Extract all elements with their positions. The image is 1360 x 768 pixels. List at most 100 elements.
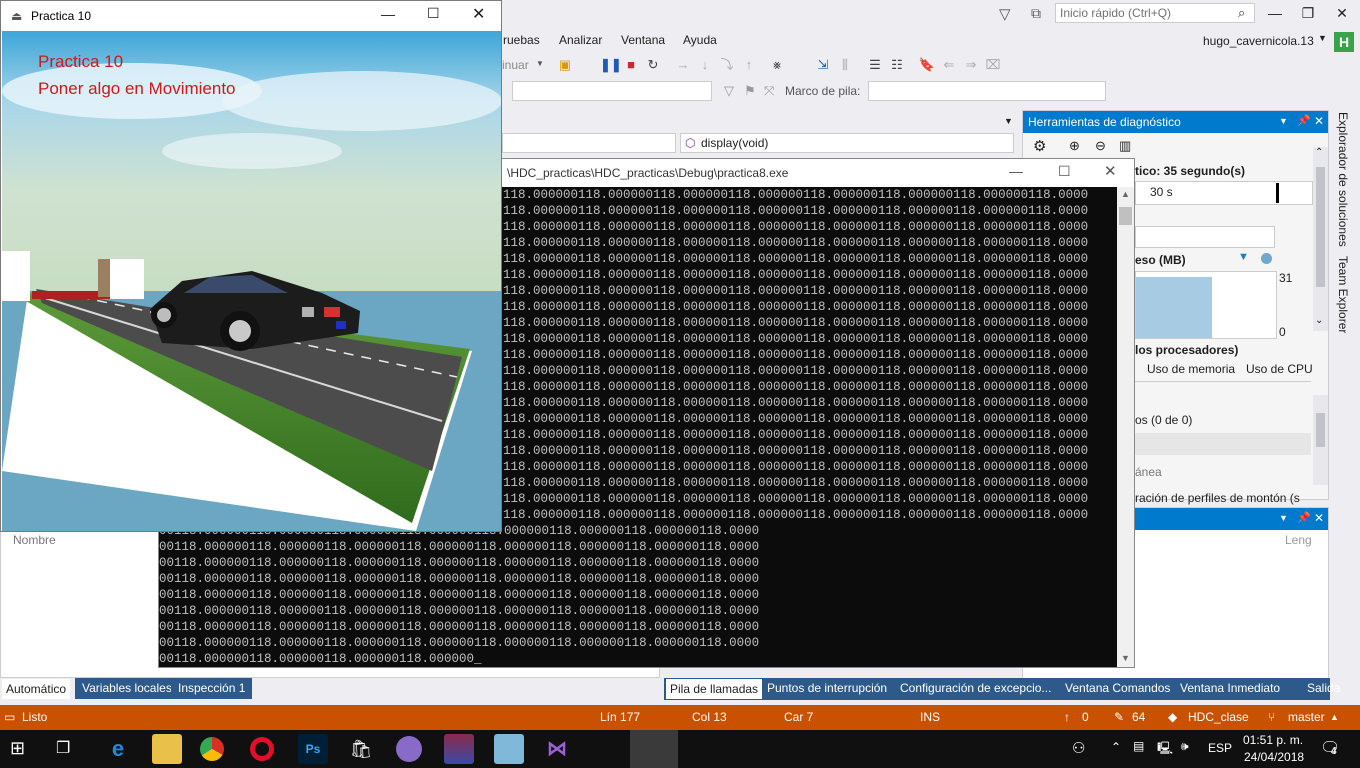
chevron-up-icon[interactable]: ▲ [1330, 712, 1339, 722]
user-avatar[interactable]: H [1334, 32, 1354, 52]
scope-selector[interactable] [502, 133, 676, 153]
tab-memory-usage[interactable]: Uso de memoria [1147, 362, 1235, 376]
vs-minimize-button[interactable]: — [1260, 0, 1290, 26]
pin-icon[interactable]: 📌 [1297, 511, 1311, 524]
flag-icon[interactable]: ⚑ [744, 83, 756, 99]
zoom-out-icon[interactable]: ⊖ [1095, 138, 1106, 154]
continue-button[interactable]: inuar [502, 58, 529, 72]
process-icon[interactable]: ▣ [556, 56, 574, 74]
stack-frame-selector[interactable] [868, 81, 1106, 101]
repo-icon[interactable]: ◆ [1168, 710, 1177, 724]
side-tab-solution-explorer[interactable]: Explorador de soluciones [1336, 112, 1350, 247]
windows-start-icon[interactable]: ⊞ [10, 738, 25, 759]
gl-window[interactable]: ⏏ Practica 10 — ☐ ✕ Practica 10 Poner al… [0, 0, 502, 532]
task-view-icon[interactable]: ❐ [56, 738, 70, 758]
tab-puntos-de-interrupcion[interactable]: Puntos de interrupción [760, 678, 894, 699]
tab-salida[interactable]: Salida [1300, 678, 1347, 699]
winrar-icon[interactable] [444, 734, 474, 764]
feedback-icon[interactable]: ⧉ [1031, 5, 1041, 22]
filter-icon[interactable]: ▽ [999, 5, 1011, 23]
opera-icon[interactable] [250, 737, 274, 761]
pin-icon[interactable]: 📌 [1297, 114, 1311, 127]
arrow-up-icon[interactable]: ↑ [1064, 710, 1070, 724]
gl-minimize-button[interactable]: — [381, 6, 395, 22]
diagnostics-scrollbar-top[interactable]: ⌃ ⌄ [1313, 147, 1328, 331]
chart-icon[interactable]: ▥ [1119, 138, 1131, 154]
visual-studio-icon[interactable]: ⋈ [542, 734, 572, 764]
vs-close-button[interactable]: ✕ [1327, 0, 1357, 26]
break-all-icon[interactable]: ⫼ [836, 56, 854, 74]
comment-icon[interactable]: ☰ [866, 56, 884, 74]
search-icon[interactable]: ⌕ [1238, 5, 1245, 21]
restart-icon[interactable]: ↻ [644, 56, 662, 74]
close-icon[interactable]: ✕ [1314, 511, 1324, 525]
people-icon[interactable]: ⚇ [1072, 739, 1085, 757]
stop-icon[interactable]: ■ [622, 56, 640, 74]
chevron-down-icon[interactable]: ▼ [536, 59, 544, 68]
thread-icon[interactable]: ⇲ [814, 56, 832, 74]
gear-icon[interactable]: ⚙ [1033, 137, 1046, 155]
gl-title-bar[interactable]: ⏏ Practica 10 [1, 1, 501, 31]
hex-icon[interactable]: ⨳ [768, 56, 786, 74]
menu-ayuda[interactable]: Ayuda [683, 33, 717, 47]
function-selector[interactable]: ⬡ display(void) [680, 133, 1014, 153]
file-explorer-icon[interactable] [152, 734, 182, 764]
gl-maximize-button[interactable]: ☐ [427, 5, 440, 22]
network-icon[interactable]: 🖳 [1157, 739, 1173, 760]
console-scroll-thumb[interactable] [1119, 207, 1132, 225]
step-out-icon[interactable]: ↑ [740, 56, 758, 74]
app-purple-icon[interactable] [396, 736, 422, 762]
console-task-icon[interactable] [630, 730, 678, 768]
pencil-icon[interactable]: ✎ [1114, 710, 1124, 724]
status-up-count[interactable]: 0 [1082, 710, 1089, 724]
clock-date[interactable]: 24/04/2018 [1244, 750, 1304, 764]
chevron-down-icon[interactable]: ▼ [1318, 33, 1327, 43]
menu-analizar[interactable]: Analizar [559, 33, 602, 47]
scroll-up-icon[interactable]: ⌃ [1315, 147, 1323, 158]
uncomment-icon[interactable]: ☷ [888, 56, 906, 74]
user-name[interactable]: hugo_cavernicola.13 [1203, 34, 1314, 48]
next-bookmark-icon[interactable]: ⇒ [962, 56, 980, 74]
chevron-down-icon[interactable]: ▼ [1279, 513, 1288, 523]
timeline-cursor[interactable] [1276, 183, 1279, 203]
scroll-up-icon[interactable]: ▲ [1121, 189, 1130, 199]
status-repo[interactable]: HDC_clase [1188, 710, 1249, 724]
console-scrollbar[interactable]: ▲ ▼ [1117, 187, 1134, 667]
scroll-down-icon[interactable]: ▼ [1121, 653, 1130, 663]
scroll-down-icon[interactable]: ⌄ [1315, 315, 1323, 326]
clear-bookmarks-icon[interactable]: ⌧ [984, 56, 1002, 74]
thread-selector[interactable] [512, 81, 712, 101]
column-language[interactable]: Leng [1285, 533, 1312, 547]
console-minimize-button[interactable]: — [1009, 163, 1023, 179]
notepad-icon[interactable] [494, 734, 524, 764]
chevron-up-icon[interactable]: ⌃ [1111, 740, 1121, 754]
close-icon[interactable]: ✕ [1314, 114, 1324, 128]
tab-configuracion-excepciones[interactable]: Configuración de excepcio... [893, 678, 1058, 699]
tab-cpu-usage[interactable]: Uso de CPU [1246, 362, 1313, 376]
pause-icon[interactable]: ❚❚ [600, 56, 622, 74]
network-device-icon[interactable]: ▤ [1133, 739, 1144, 753]
events-track[interactable] [1135, 226, 1275, 248]
console-maximize-button[interactable]: ☐ [1058, 163, 1071, 180]
status-edits[interactable]: 64 [1132, 710, 1145, 724]
edge-icon[interactable]: e [103, 734, 133, 764]
status-branch[interactable]: master [1288, 710, 1325, 724]
prev-bookmark-icon[interactable]: ⇐ [940, 56, 958, 74]
bookmark-icon[interactable]: 🔖 [918, 56, 936, 74]
diagnostics-scrollbar-bottom[interactable] [1313, 395, 1328, 485]
scroll-thumb[interactable] [1316, 167, 1325, 287]
tab-ventana-comandos[interactable]: Ventana Comandos [1058, 678, 1177, 699]
photoshop-icon[interactable]: Ps [298, 734, 328, 764]
timeline-ruler[interactable]: 30 s [1135, 181, 1313, 205]
quick-launch-input[interactable]: Inicio rápido (Ctrl+Q) [1055, 3, 1255, 23]
tab-ventana-inmediato[interactable]: Ventana Inmediato [1173, 678, 1287, 699]
chevron-down-icon[interactable]: ▼ [1279, 116, 1288, 126]
gl-close-button[interactable]: ✕ [472, 4, 485, 24]
side-tab-team-explorer[interactable]: Team Explorer [1336, 256, 1350, 333]
step-over-icon[interactable]: ⤵ [718, 56, 736, 74]
column-name[interactable]: Nombre [13, 533, 56, 547]
language-indicator[interactable]: ESP [1208, 741, 1232, 755]
branch-icon[interactable]: ⑂ [1268, 710, 1275, 724]
tab-variables-locales[interactable]: Variables locales [75, 678, 179, 699]
console-close-button[interactable]: ✕ [1104, 162, 1117, 180]
